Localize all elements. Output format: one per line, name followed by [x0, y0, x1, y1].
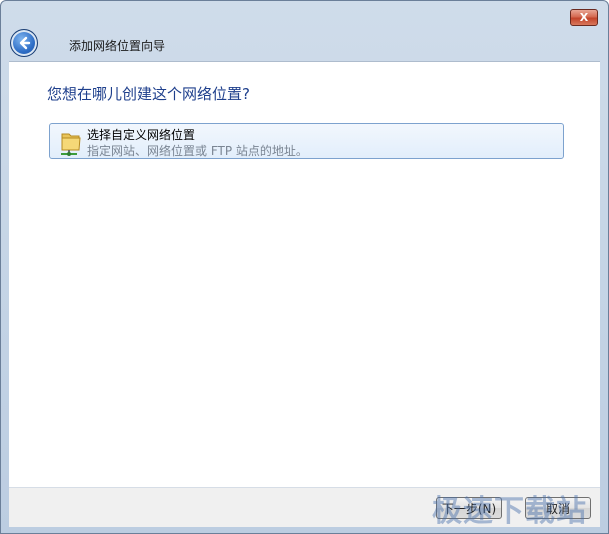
wizard-footer: 下一步(N) 取消 [9, 487, 600, 527]
folder-network-icon [61, 133, 81, 156]
option-description: 指定网站、网络位置或 FTP 站点的地址。 [87, 144, 308, 158]
page-question: 您想在哪儿创建这个网络位置? [47, 85, 250, 103]
wizard-window: X 添加网络位置向导 您想在哪儿创建这个网络位置? 选择自定义网络位置 指定网站… [0, 0, 609, 534]
close-icon: X [579, 11, 589, 24]
wizard-content: 您想在哪儿创建这个网络位置? 选择自定义网络位置 指定网站、网络位置或 FTP … [9, 61, 600, 487]
title-bar: X 添加网络位置向导 [1, 1, 608, 59]
option-title: 选择自定义网络位置 [87, 128, 196, 142]
wizard-title: 添加网络位置向导 [69, 39, 166, 53]
back-button[interactable] [10, 29, 38, 57]
close-button[interactable]: X [570, 9, 598, 26]
next-button[interactable]: 下一步(N) [436, 497, 502, 519]
option-custom-network-location[interactable]: 选择自定义网络位置 指定网站、网络位置或 FTP 站点的地址。 [49, 123, 564, 159]
cancel-button[interactable]: 取消 [525, 497, 591, 519]
back-arrow-icon [19, 36, 31, 50]
